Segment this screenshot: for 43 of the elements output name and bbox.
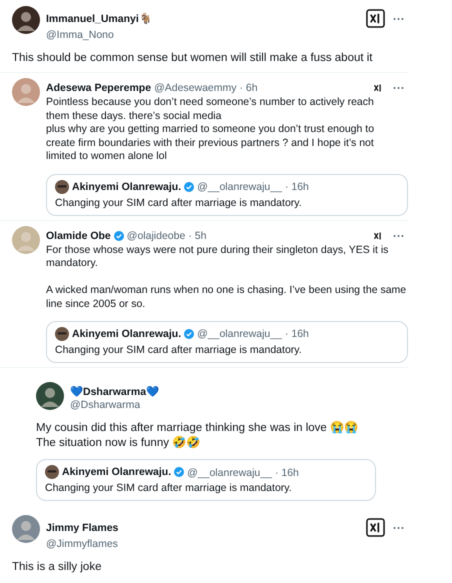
avatar-icon bbox=[55, 327, 69, 341]
post-text: This should be common sense but women will still make a fuss about it bbox=[12, 51, 374, 66]
author-name[interactable]: Immanuel_Umanyi🐐 bbox=[46, 12, 152, 25]
author-handle[interactable]: @olajideobe bbox=[126, 230, 186, 242]
author-name: Akinyemi Olanrewaju. bbox=[72, 328, 182, 340]
author-handle[interactable]: @Adesewaemmy bbox=[154, 82, 236, 94]
quoted-text: Changing your SIM card after marriage is mandatory. bbox=[55, 196, 303, 208]
post-text: Pointless because you don’t need someone’s number to actively reach them these days. there’s social media plus why are you getting married to someone you don’t trust enough to create firm boundaries with their previous partners ? and I hope it’s not limited to women alone lol bbox=[46, 96, 376, 164]
more-icon[interactable] bbox=[393, 234, 404, 238]
author-handle[interactable]: @Dsharwarma bbox=[70, 399, 376, 411]
quoted-post[interactable]: Akinyemi Olanrewaju. @__olanrewaju__ · 16h Changing your SIM card after marriage is mandatory. bbox=[46, 174, 408, 216]
post-text: This is a silly joke bbox=[12, 560, 102, 575]
author-name: Akinyemi Olanrewaju. bbox=[72, 180, 182, 192]
post-text: For those whose ways were not pure during their singleton days, YES it is mandatory. A wicked man/woman runs when no one is chasing. I’ve been using the same line since 2005 or so. bbox=[46, 244, 408, 311]
avatar-icon[interactable] bbox=[36, 382, 64, 410]
author-handle: @__olanrewaju__ bbox=[197, 180, 282, 192]
more-icon[interactable] bbox=[393, 526, 404, 530]
logo-icon[interactable] bbox=[366, 9, 385, 28]
author-name[interactable]: Jimmy Flames bbox=[46, 522, 118, 534]
more-icon[interactable] bbox=[393, 86, 404, 90]
avatar-icon[interactable] bbox=[12, 6, 40, 34]
avatar-icon bbox=[45, 465, 59, 479]
quoted-text: Changing your SIM card after marriage is mandatory. bbox=[45, 482, 293, 494]
author-handle[interactable]: @Imma_Nono bbox=[46, 29, 408, 41]
quoted-post[interactable]: Akinyemi Olanrewaju. @__olanrewaju__ · 16h Changing your SIM card after marriage is mandatory. bbox=[46, 321, 408, 363]
quoted-text: Changing your SIM card after marriage is mandatory. bbox=[55, 344, 303, 356]
more-icon[interactable] bbox=[393, 16, 404, 20]
author-handle: @__olanrewaju__ bbox=[197, 328, 282, 340]
author-name: Akinyemi Olanrewaju. bbox=[62, 466, 172, 478]
author-name[interactable]: Adesewa Peperempe bbox=[46, 82, 152, 94]
post-time: · 16h bbox=[284, 328, 309, 340]
post-text: My cousin did this after marriage thinking she was in love 😭😭 The situation now is funny 🤣🤣 bbox=[36, 421, 360, 451]
post-time[interactable]: · 6h bbox=[240, 82, 258, 94]
quoted-post[interactable]: Akinyemi Olanrewaju. @__olanrewaju__ · 16h Changing your SIM card after marriage is mandatory. bbox=[36, 459, 376, 501]
post-time: · 16h bbox=[274, 466, 299, 478]
avatar-icon bbox=[55, 180, 69, 194]
author-handle[interactable]: @Jimmyflames bbox=[46, 538, 408, 550]
post-time: · 16h bbox=[284, 180, 309, 192]
logo-icon[interactable] bbox=[366, 518, 385, 537]
author-name[interactable]: 💙Dsharwarma💙 bbox=[70, 385, 160, 398]
post-time[interactable]: · 5h bbox=[188, 230, 206, 242]
author-name[interactable]: Olamide Obe bbox=[46, 230, 111, 242]
author-handle: @__olanrewaju__ bbox=[187, 466, 272, 478]
